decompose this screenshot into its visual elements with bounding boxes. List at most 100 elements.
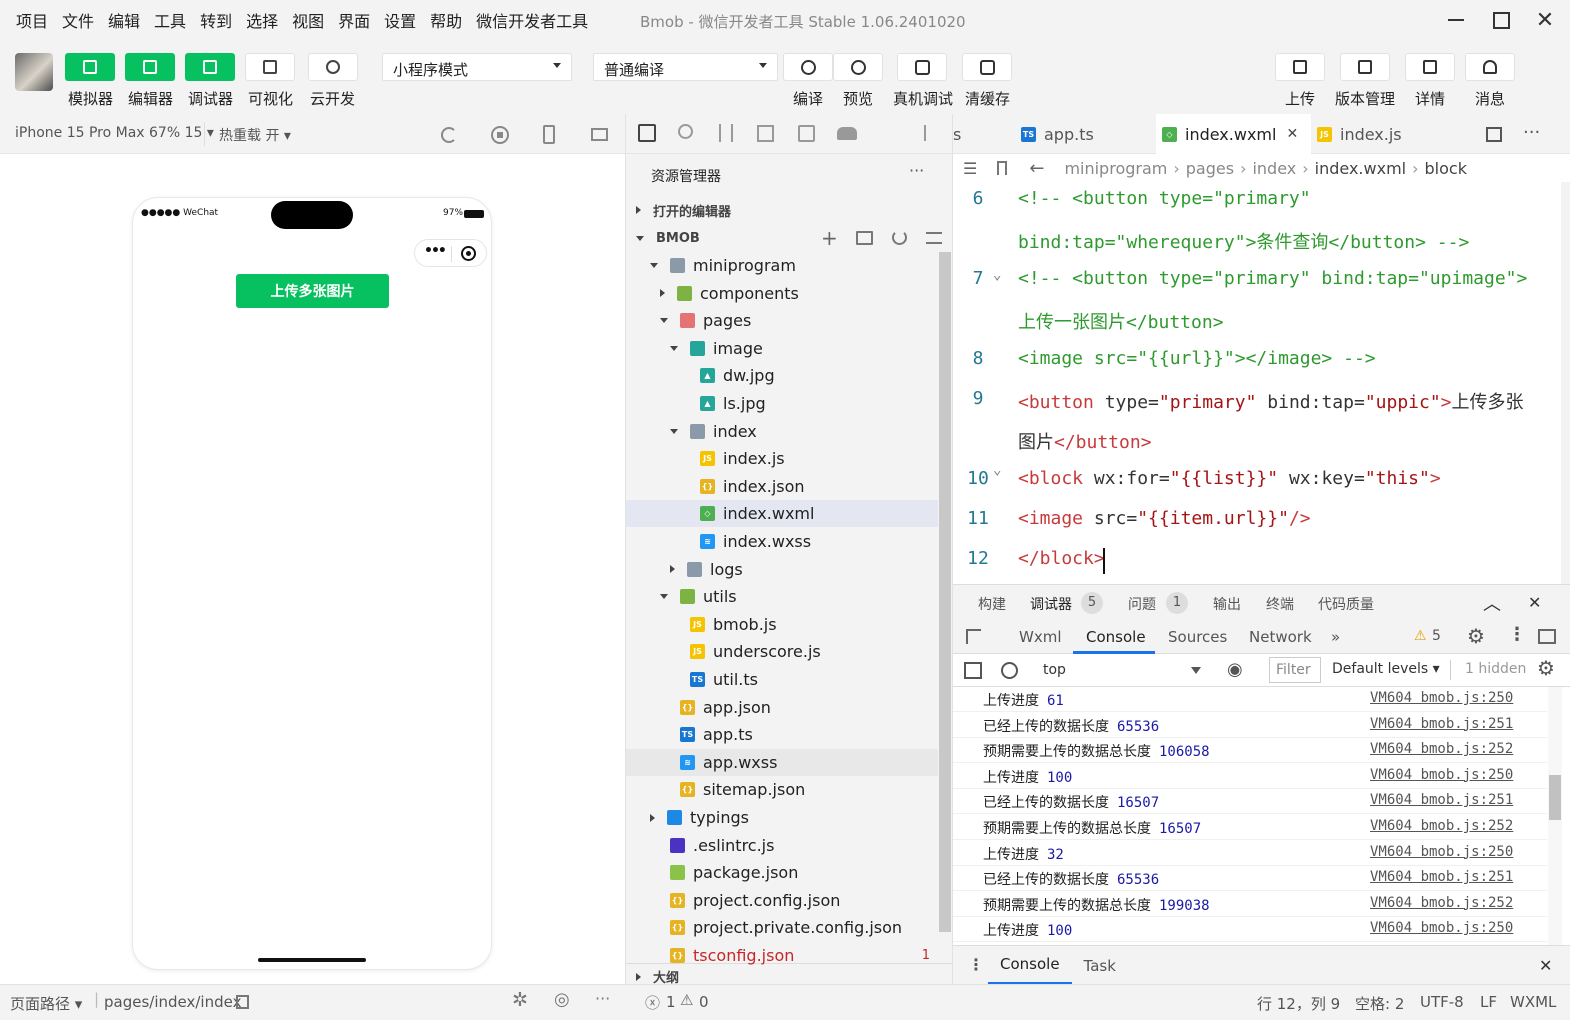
warning-icon[interactable]: ⚠ [680,991,693,1009]
devtools-tab[interactable]: 终端 [1266,594,1294,614]
breadcrumb-item[interactable]: pages [1186,159,1234,178]
eye-icon[interactable]: ◉ [1227,659,1243,680]
error-icon[interactable]: ⓧ [645,992,660,1013]
copy-icon[interactable] [236,995,249,1009]
breadcrumb-item[interactable]: miniprogram [1064,159,1167,178]
menu-item[interactable]: 微信开发者工具 [476,8,597,32]
console-source-link[interactable]: VM604 bmob.js:251 [1370,716,1513,732]
refresh-button[interactable] [783,53,833,81]
devtools-subtab[interactable]: Console [1086,628,1146,646]
devtools-subtab[interactable]: Sources [1168,628,1227,646]
eye-button[interactable] [833,53,883,81]
close-window-button[interactable]: ✕ [1532,8,1558,33]
tree-item[interactable]: ▲ ls.jpg [626,390,938,417]
devtools-tab[interactable]: 问题 [1128,594,1156,614]
cloud-toggle-button[interactable] [308,53,358,81]
console-scrollbar[interactable] [1548,687,1562,945]
console-source-link[interactable]: VM604 bmob.js:250 [1370,844,1513,860]
tree-item[interactable]: JS index.js [626,445,938,472]
cursor-position[interactable]: 行 12，列 9 [1257,993,1340,1014]
menu-item[interactable]: 编辑 [108,8,149,32]
tree-item[interactable]: ≋ index.wxss [626,528,938,555]
tree-item[interactable]: ▲ dw.jpg [626,362,938,389]
drawer-tab[interactable]: Task [1072,946,1128,985]
maximize-button[interactable] [1488,8,1514,32]
tree-item[interactable]: index [626,418,938,445]
tree-item[interactable]: logs [626,556,938,583]
close-tab-icon[interactable]: ✕ [1286,126,1298,142]
drawer-tab[interactable]: Console [988,946,1072,985]
split-editor-icon[interactable] [1486,127,1502,142]
list-icon[interactable]: ☰ [963,159,977,178]
context-select[interactable]: top [1033,658,1208,683]
menu-item[interactable]: 视图 [292,8,333,32]
tree-item[interactable]: package.json [626,859,938,886]
tree-item[interactable]: image [626,335,938,362]
sidebar-toggle-icon[interactable] [964,662,982,679]
menu-item[interactable]: 选择 [246,8,287,32]
new-folder-icon[interactable] [856,231,873,245]
fold-chevron-icon[interactable]: ⌄ [993,462,1001,478]
editor-scrollbar[interactable] [1561,182,1570,584]
compile-select[interactable]: 普通编译 [593,53,778,81]
explorer-more-button[interactable]: ··· [909,161,924,180]
source-control-icon[interactable] [719,124,733,142]
tree-item[interactable]: JS bmob.js [626,611,938,638]
log-levels-select[interactable]: Default levels ▾ [1332,661,1440,677]
clear-console-icon[interactable] [1001,662,1018,679]
breadcrumb-item[interactable]: index.wxml [1315,159,1406,178]
console-source-link[interactable]: VM604 bmob.js:250 [1370,690,1513,706]
tree-item[interactable]: pages [626,307,938,334]
tree-item[interactable]: miniprogram [626,252,938,279]
refresh-icon[interactable] [892,230,907,245]
eye-icon[interactable]: ◎ [554,989,570,1010]
bookmark-icon[interactable] [997,161,1008,175]
undock-icon[interactable] [1538,629,1556,644]
menu-item[interactable]: 文件 [62,8,103,32]
console-source-link[interactable]: VM604 bmob.js:250 [1370,920,1513,936]
warning-count[interactable]: 0 [699,993,709,1011]
devtools-tab[interactable]: 构建 [978,594,1006,614]
upload-button[interactable] [1275,53,1325,81]
devtools-subtab[interactable]: Wxml [1019,628,1062,646]
bell-button[interactable] [1465,53,1515,81]
tree-item[interactable]: TS app.ts [626,721,938,748]
extensions-icon[interactable] [757,125,774,142]
inspect-icon[interactable] [966,629,981,644]
phone-toggle-button[interactable] [65,53,115,81]
console-source-link[interactable]: VM604 bmob.js:251 [1370,792,1513,808]
search-icon[interactable] [678,124,693,139]
indentation[interactable]: 空格: 2 [1355,993,1404,1014]
code-editor[interactable]: 6 <!-- <button type="primary" bind:tap="wh… [953,182,1570,584]
settings-gear-icon[interactable]: ⚙ [1467,624,1485,648]
back-arrow-icon[interactable]: ← [1029,158,1044,179]
device-select[interactable]: iPhone 15 Pro Max 67% 15 ▾ [15,125,214,141]
menu-item[interactable]: 设置 [384,8,425,32]
save-icon[interactable] [798,125,815,142]
more-icon[interactable]: ••• [424,243,447,259]
menu-item[interactable]: 界面 [338,8,379,32]
open-editors-section[interactable]: 打开的编辑器 [626,196,952,224]
close-drawer-icon[interactable]: ✕ [1539,956,1552,975]
editor-tab[interactable]: TS app.ts [1015,114,1155,154]
tree-item[interactable]: typings [626,804,938,831]
menu-item[interactable]: 帮助 [430,8,471,32]
bug-icon[interactable]: ✲ [512,989,528,1011]
close-panel-icon[interactable]: ✕ [1528,593,1541,612]
explorer-scrollbar[interactable] [939,252,951,932]
error-count[interactable]: 1 [666,993,676,1011]
tree-item[interactable]: ≋ app.wxss [626,748,938,776]
console-source-link[interactable]: VM604 bmob.js:250 [1370,767,1513,783]
warning-count[interactable]: 5 [1432,628,1441,644]
tree-item[interactable]: .eslintrc.js [626,832,938,859]
editor-tab[interactable]: JS index.js [1311,114,1426,154]
console-settings-icon[interactable]: ⚙ [1537,656,1555,680]
console-source-link[interactable]: VM604 bmob.js:252 [1370,818,1513,834]
menu-item[interactable]: 工具 [154,8,195,32]
tree-item[interactable]: {} sitemap.json [626,776,938,803]
files-icon[interactable] [638,124,656,142]
upload-multiple-images-button[interactable]: 上传多张图片 [236,274,389,308]
bug-button[interactable] [897,53,947,81]
new-file-icon[interactable]: + [821,228,838,248]
stop-button[interactable] [491,126,509,144]
